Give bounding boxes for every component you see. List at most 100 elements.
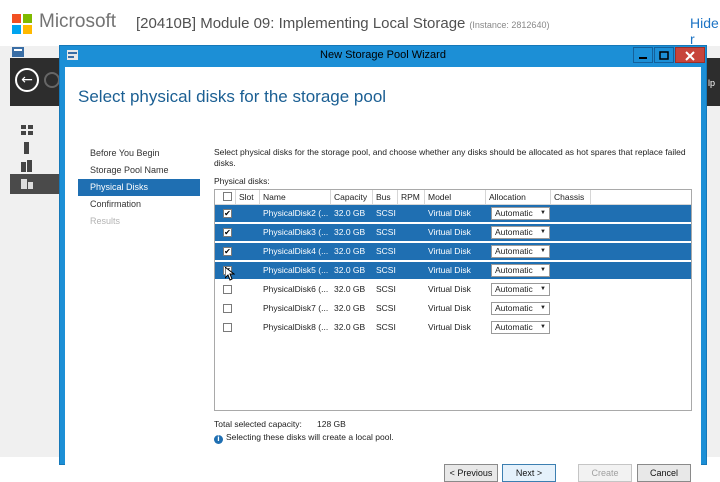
server-manager-right-header: lp: [706, 58, 720, 106]
dialog-titlebar[interactable]: New Storage Pool Wizard: [60, 46, 706, 66]
cell-rpm: [398, 224, 425, 241]
file-storage-icon[interactable]: [20, 178, 34, 190]
cell-model: Virtual Disk: [428, 322, 471, 332]
disk-checkbox[interactable]: [223, 285, 232, 294]
cell-rpm: [398, 205, 425, 222]
table-row[interactable]: ✔PhysicalDisk5 (...32.0 GBSCSIVirtual Di…: [215, 262, 691, 279]
cell-chassis: [551, 300, 591, 317]
cell-slot: [236, 262, 260, 279]
step-physical-disks[interactable]: Physical Disks: [78, 179, 200, 196]
local-server-icon[interactable]: [20, 142, 34, 154]
column-allocation[interactable]: Allocation: [486, 190, 551, 204]
cell-bus: SCSI: [376, 265, 396, 275]
column-chassis[interactable]: Chassis: [551, 190, 591, 204]
table-row[interactable]: PhysicalDisk7 (... 32.0 GB SCSI Virtual Dis…: [215, 300, 691, 317]
cell-slot: [236, 243, 260, 260]
dropdown-arrow-icon: ▼: [540, 210, 546, 216]
table-row[interactable]: ✔ PhysicalDisk4 (... 32.0 GB SCSI Virtual Di…: [215, 243, 691, 260]
wizard-steps: Before You Begin Storage Pool Name Physi…: [78, 145, 200, 230]
cell-model: Virtual Disk: [428, 303, 471, 313]
maximize-button[interactable]: [654, 47, 674, 63]
cell-model: Virtual Disk: [428, 227, 471, 237]
select-all-checkbox[interactable]: [223, 192, 232, 201]
mouse-cursor-icon: [225, 267, 235, 281]
lab-header: Microsoft [20410B] Module 09: Implementi…: [0, 0, 720, 47]
cell-capacity: 32.0 GB: [334, 208, 366, 218]
column-capacity[interactable]: Capacity: [331, 190, 373, 204]
allocation-dropdown[interactable]: Automatic ▼: [491, 207, 550, 220]
column-bus[interactable]: Bus: [373, 190, 398, 204]
step-confirmation[interactable]: Confirmation: [78, 196, 200, 213]
column-slot[interactable]: Slot: [236, 190, 260, 204]
total-capacity-value: 128 GB: [317, 419, 346, 429]
disk-checkbox[interactable]: ✔: [223, 247, 232, 256]
allocation-dropdown[interactable]: Automatic ▼: [491, 264, 550, 277]
dialog-content: Select physical disks for the storage po…: [65, 67, 701, 482]
cell-bus: SCSI: [376, 303, 396, 313]
close-button[interactable]: [675, 47, 705, 63]
cell-chassis: [551, 205, 591, 222]
server-manager-icon: [12, 47, 24, 57]
hide-link[interactable]: Hide r: [690, 15, 720, 47]
allocation-dropdown[interactable]: Automatic ▼: [491, 283, 550, 296]
cell-capacity: 32.0 GB: [334, 303, 366, 313]
cell-rpm: [398, 300, 425, 317]
disk-checkbox[interactable]: [223, 323, 232, 332]
cell-bus: SCSI: [376, 284, 396, 294]
step-results: Results: [90, 216, 121, 226]
table-row[interactable]: ✔ PhysicalDisk2 (... 32.0 GB SCSI Virtual Di…: [215, 205, 691, 222]
close-icon: [685, 51, 695, 61]
table-row[interactable]: PhysicalDisk6 (... 32.0 GB SCSI Virtual Dis…: [215, 281, 691, 298]
table-header: Slot Name Capacity Bus RPM Model Allocat…: [215, 190, 691, 205]
cancel-button[interactable]: Cancel: [637, 464, 691, 482]
cell-name: PhysicalDisk3 (...: [263, 227, 329, 237]
table-row[interactable]: PhysicalDisk8 (... 32.0 GB SCSI Virtual Dis…: [215, 319, 691, 336]
cell-slot: [236, 224, 260, 241]
forward-arrow-icon[interactable]: [44, 72, 60, 88]
minimize-button[interactable]: [633, 47, 653, 63]
column-rpm[interactable]: RPM: [398, 190, 425, 204]
table-row[interactable]: ✔ PhysicalDisk3 (... 32.0 GB SCSI Virtual Di…: [215, 224, 691, 241]
select-all-cell[interactable]: [215, 190, 236, 204]
cell-name: PhysicalDisk7 (...: [263, 303, 329, 313]
cell-slot: [236, 281, 260, 298]
disk-checkbox[interactable]: [223, 304, 232, 313]
cell-bus: SCSI: [376, 208, 396, 218]
page-description: Select physical disks for the storage po…: [214, 147, 686, 168]
dropdown-arrow-icon: ▼: [540, 286, 546, 292]
nav-item-file-storage[interactable]: [10, 174, 62, 194]
cell-rpm: [398, 319, 425, 336]
dialog-title: New Storage Pool Wizard: [320, 49, 446, 61]
right-fragment-text: lp: [708, 78, 716, 88]
disk-checkbox[interactable]: ✔: [223, 209, 232, 218]
previous-button[interactable]: < Previous: [444, 464, 498, 482]
disk-checkbox[interactable]: ✔: [223, 228, 232, 237]
dashboard-icon[interactable]: [20, 124, 34, 136]
allocation-dropdown[interactable]: Automatic ▼: [491, 321, 550, 334]
all-servers-icon[interactable]: [20, 160, 34, 172]
cell-name: PhysicalDisk8 (...: [263, 322, 329, 332]
cell-chassis: [551, 224, 591, 241]
back-arrow-icon[interactable]: ←: [15, 68, 39, 92]
physical-disks-table: Slot Name Capacity Bus RPM Model Allocat…: [214, 189, 692, 411]
allocation-dropdown[interactable]: Automatic ▼: [491, 245, 550, 258]
microsoft-logo-icon: [12, 14, 32, 34]
page-title: Select physical disks for the storage po…: [78, 87, 387, 106]
server-manager-right-pane: [706, 46, 720, 457]
cell-capacity: 32.0 GB: [334, 284, 366, 294]
allocation-dropdown[interactable]: Automatic ▼: [491, 302, 550, 315]
info-icon: i: [214, 435, 223, 444]
physical-disks-label: Physical disks:: [214, 176, 270, 186]
step-storage-pool-name[interactable]: Storage Pool Name: [78, 162, 200, 179]
column-model[interactable]: Model: [425, 190, 486, 204]
dropdown-arrow-icon: ▼: [540, 248, 546, 254]
column-name[interactable]: Name: [260, 190, 331, 204]
step-before-you-begin[interactable]: Before You Begin: [78, 145, 200, 162]
minimize-icon: [639, 57, 647, 59]
cell-rpm: [398, 281, 425, 298]
allocation-dropdown[interactable]: Automatic ▼: [491, 226, 550, 239]
cell-chassis: [551, 319, 591, 336]
cell-chassis: [551, 281, 591, 298]
next-button[interactable]: Next >: [502, 464, 556, 482]
allocation-value: Automatic: [495, 246, 533, 256]
